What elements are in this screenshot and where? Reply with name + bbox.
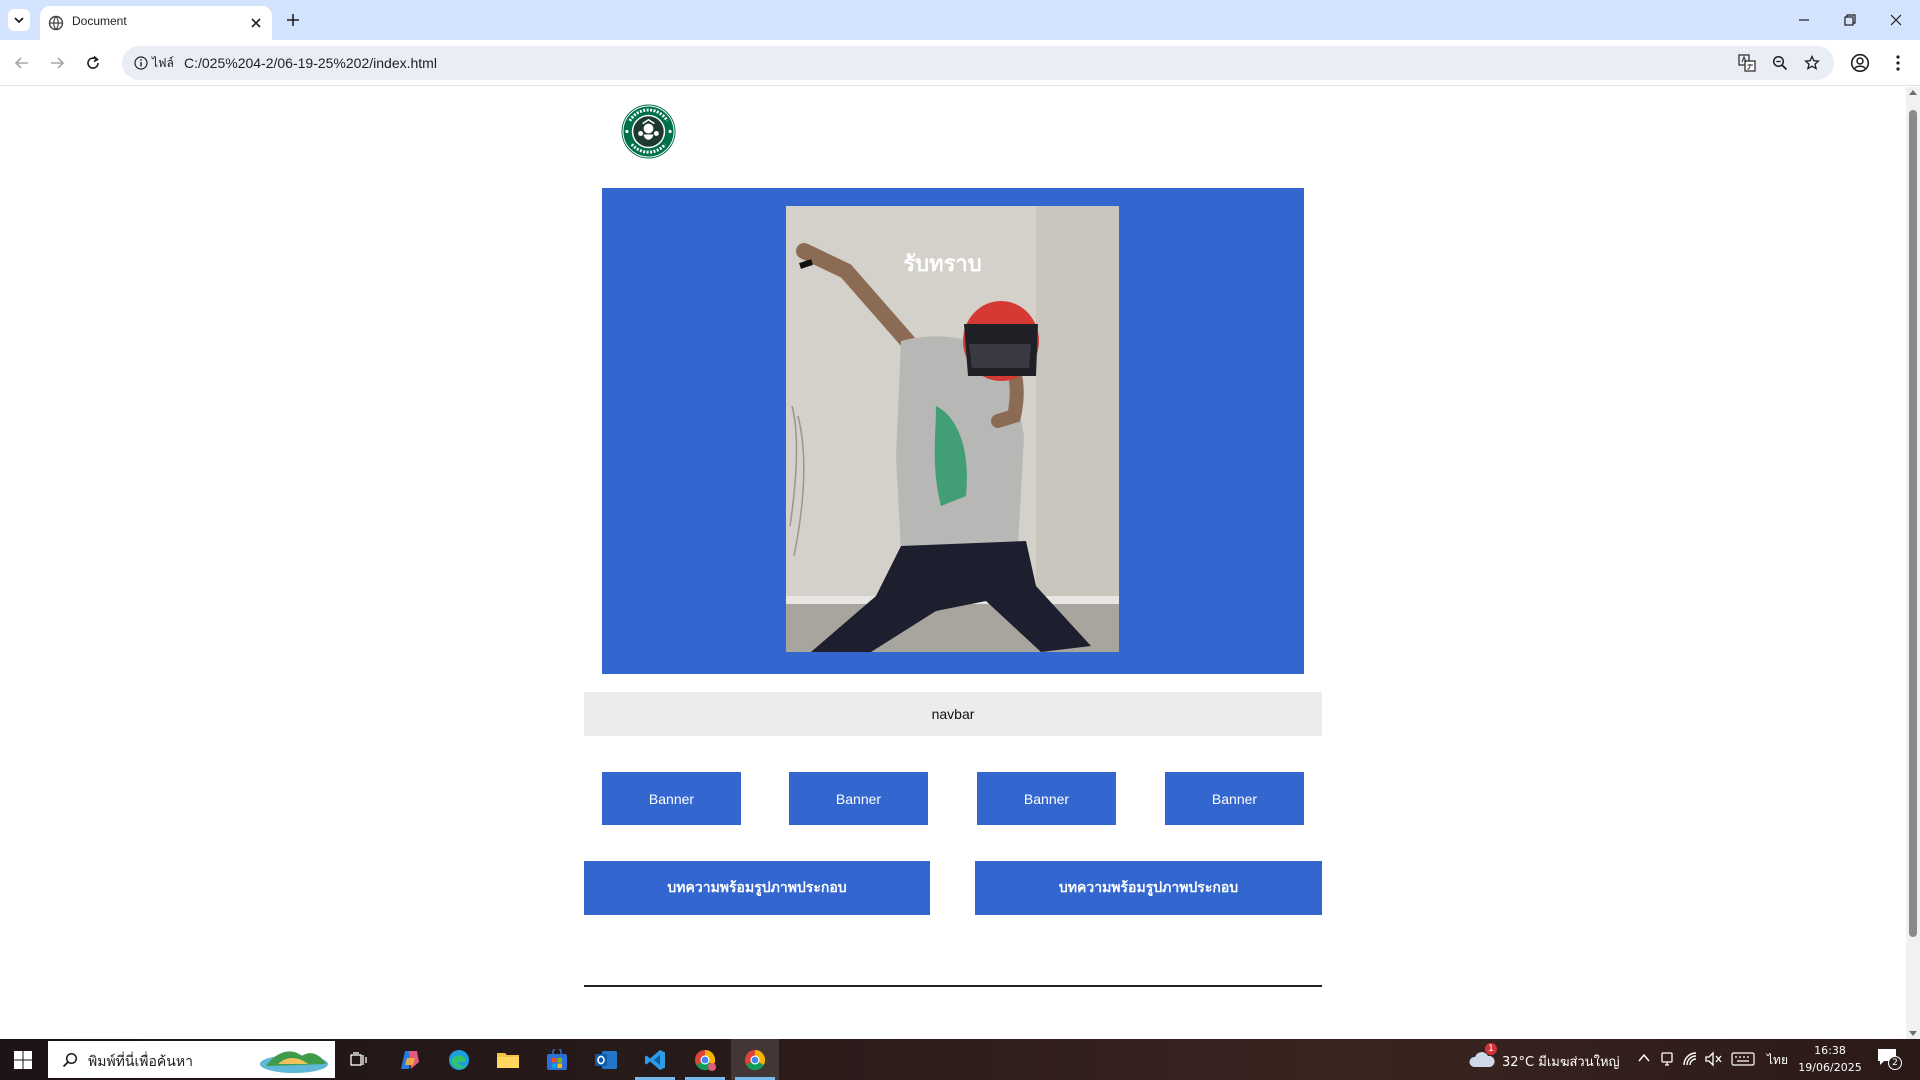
- clock-date: 19/06/2025: [1798, 1061, 1862, 1074]
- banner-1[interactable]: Banner: [602, 772, 741, 825]
- scroll-up-arrow-icon[interactable]: [1909, 90, 1917, 95]
- clock-time: 16:38: [1814, 1044, 1846, 1057]
- zoom-icon: [1772, 55, 1788, 71]
- copilot-app[interactable]: [386, 1039, 434, 1080]
- minimize-button[interactable]: [1781, 0, 1827, 40]
- info-icon: [134, 56, 148, 70]
- chrome-app[interactable]: [731, 1039, 779, 1080]
- notification-count: 2: [1888, 1056, 1902, 1070]
- url-text: C:/025%204-2/06-19-25%202/index.html: [184, 55, 437, 71]
- chevron-down-icon: [14, 17, 24, 24]
- site-info-label: ไฟล์: [152, 55, 174, 70]
- vscode-app[interactable]: [631, 1039, 679, 1080]
- hero-photo: รับทราบ: [786, 206, 1119, 652]
- taskbar-search-box[interactable]: พิมพ์ที่นี่เพื่อค้นหา: [48, 1041, 335, 1078]
- translate-icon: [1738, 54, 1756, 72]
- article-card-1[interactable]: บทความพร้อมรูปภาพประกอบ: [584, 861, 930, 915]
- search-icon: [62, 1052, 78, 1068]
- navbar[interactable]: navbar: [584, 692, 1322, 736]
- input-language[interactable]: ไทย: [1767, 1051, 1788, 1070]
- weather-text[interactable]: 32°C มีเมฆส่วนใหญ่: [1502, 1051, 1620, 1072]
- profile-icon: [1850, 53, 1870, 73]
- weather-widget[interactable]: 1: [1468, 1043, 1497, 1073]
- tab-close-button[interactable]: [247, 14, 265, 32]
- meet-now-icon[interactable]: [1660, 1051, 1674, 1067]
- arrow-left-icon: [14, 57, 28, 69]
- store-app[interactable]: [533, 1039, 581, 1080]
- reload-button[interactable]: [79, 49, 107, 77]
- chevron-up-icon[interactable]: [1638, 1053, 1650, 1063]
- profile-button[interactable]: [1848, 51, 1872, 75]
- footer-divider: [584, 985, 1322, 987]
- speaker-muted-icon[interactable]: [1704, 1051, 1722, 1067]
- store-icon: [547, 1048, 567, 1070]
- starbucks-logo: [621, 104, 676, 159]
- weather-badge: 1: [1485, 1043, 1497, 1055]
- task-view-button[interactable]: [335, 1039, 383, 1080]
- clock[interactable]: 16:38 19/06/2025: [1790, 1042, 1870, 1076]
- banner-2[interactable]: Banner: [789, 772, 928, 825]
- tab-search-button[interactable]: [8, 9, 30, 31]
- folder-icon: [497, 1052, 519, 1068]
- hero-caption: รับทราบ: [903, 252, 982, 277]
- windows-taskbar: พิมพ์ที่นี่เพื่อค้นหา 1 32°C มีเมฆส่วนให…: [0, 1039, 1920, 1080]
- scroll-down-arrow-icon[interactable]: [1909, 1031, 1917, 1036]
- browser-tab[interactable]: Document: [40, 6, 272, 40]
- arrow-right-icon: [51, 57, 65, 69]
- chrome-icon: [695, 1049, 716, 1071]
- banner-4[interactable]: Banner: [1165, 772, 1304, 825]
- outlook-icon: [595, 1050, 617, 1069]
- close-window-button[interactable]: [1873, 0, 1919, 40]
- close-icon: [251, 18, 261, 28]
- tab-title: Document: [72, 14, 127, 28]
- restore-button[interactable]: [1827, 0, 1873, 40]
- kebab-menu-icon: [1896, 55, 1900, 71]
- restore-icon: [1844, 14, 1856, 26]
- forward-button[interactable]: [43, 49, 71, 77]
- reload-icon: [87, 55, 99, 69]
- notification-center-button[interactable]: 2: [1877, 1048, 1902, 1072]
- menu-button[interactable]: [1886, 51, 1910, 75]
- tab-strip: Document: [0, 0, 1920, 40]
- search-placeholder: พิมพ์ที่นี่เพื่อค้นหา: [88, 1054, 193, 1070]
- search-highlight-image: [260, 1051, 328, 1073]
- vertical-scrollbar[interactable]: [1906, 87, 1920, 1039]
- copilot-icon: [401, 1050, 419, 1069]
- star-icon: [1804, 55, 1820, 70]
- bookmark-button[interactable]: [1802, 53, 1822, 73]
- site-info-button[interactable]: ไฟล์: [128, 51, 182, 75]
- edge-app[interactable]: [435, 1039, 483, 1080]
- start-button[interactable]: [0, 1039, 46, 1080]
- task-view-icon: [350, 1051, 367, 1066]
- windows-logo-icon: [14, 1050, 32, 1069]
- minimize-icon: [1799, 19, 1809, 21]
- banner-3[interactable]: Banner: [977, 772, 1116, 825]
- new-tab-button[interactable]: [282, 9, 304, 31]
- article-card-2[interactable]: บทความพร้อมรูปภาพประกอบ: [975, 861, 1322, 915]
- address-bar[interactable]: ไฟล์ C:/025%204-2/06-19-25%202/index.htm…: [122, 46, 1834, 80]
- file-explorer-app[interactable]: [484, 1039, 532, 1080]
- back-button[interactable]: [8, 49, 36, 77]
- wifi-icon[interactable]: [1682, 1051, 1698, 1067]
- page-viewport: รับทราบ navbar Banner Banner Banner Bann…: [0, 87, 1906, 1039]
- browser-toolbar: ไฟล์ C:/025%204-2/06-19-25%202/index.htm…: [0, 40, 1920, 86]
- chrome-profile-app[interactable]: [681, 1039, 729, 1080]
- plus-icon: [287, 14, 299, 26]
- scroll-thumb[interactable]: [1909, 110, 1917, 937]
- zoom-button[interactable]: [1770, 53, 1790, 73]
- edge-icon: [449, 1049, 469, 1070]
- outlook-app[interactable]: [582, 1039, 630, 1080]
- close-icon: [1890, 14, 1902, 26]
- chrome-icon: [745, 1049, 766, 1070]
- translate-button[interactable]: [1737, 53, 1757, 73]
- globe-icon: [48, 15, 64, 31]
- keyboard-icon[interactable]: [1731, 1052, 1755, 1066]
- vscode-icon: [645, 1049, 665, 1070]
